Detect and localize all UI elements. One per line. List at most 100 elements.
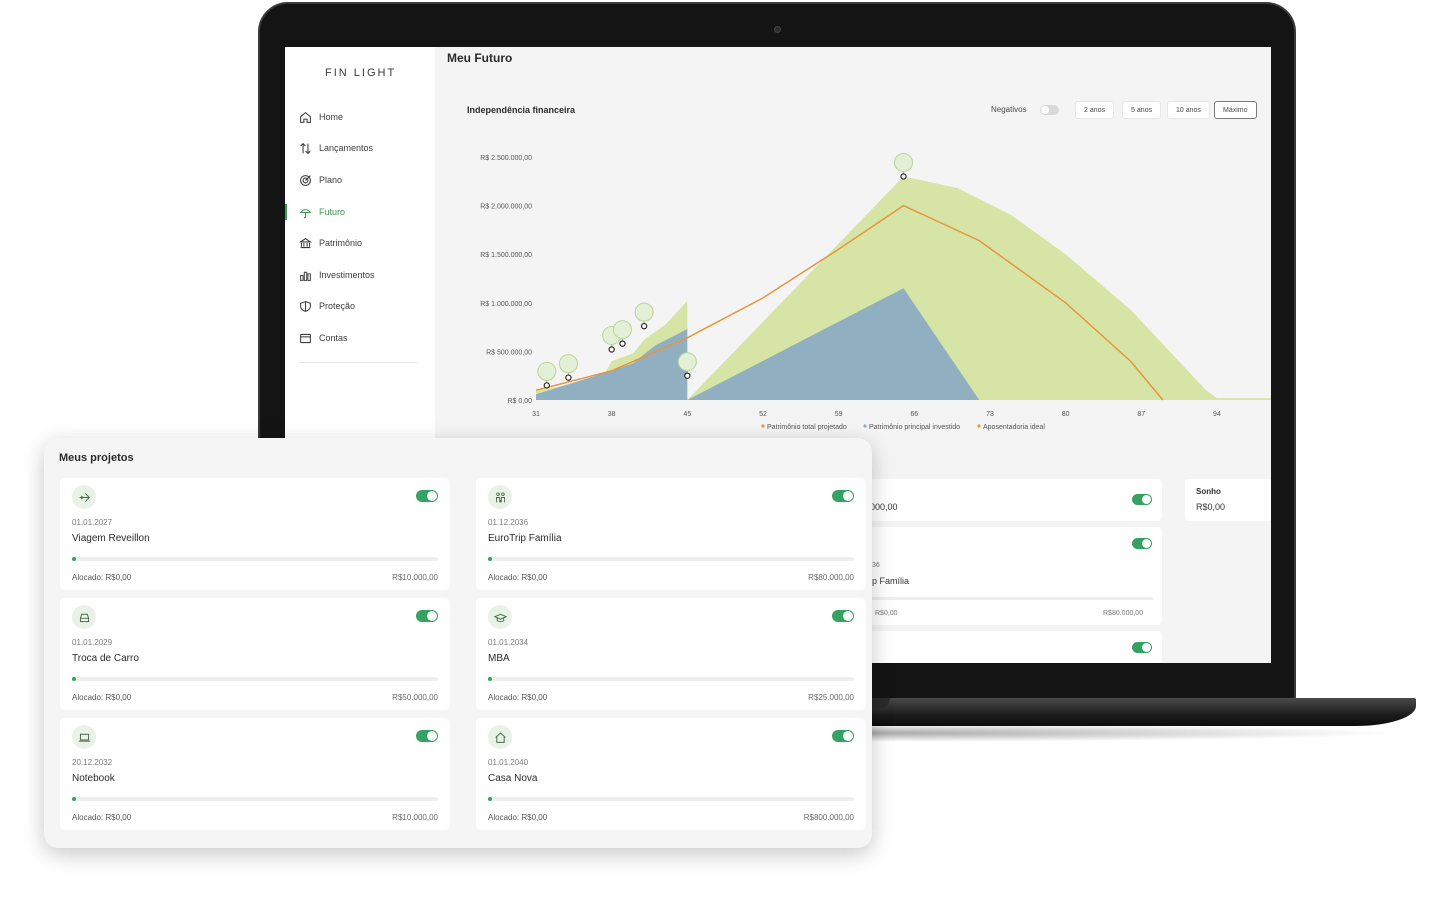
wallet-icon	[300, 333, 311, 343]
project-allocated: Alocado: R$0,00	[488, 693, 548, 702]
project-card[interactable]: 01.01.2034 MBA Alocado: R$0,00 R$25.000,…	[476, 598, 866, 710]
project-card[interactable]: 01.01.2040 Casa Nova Alocado: R$0,00 R$8…	[476, 718, 866, 830]
background-card-toggle[interactable]	[1132, 538, 1152, 549]
x-tick-label: 59	[835, 411, 843, 418]
project-target: R$10.000,00	[392, 573, 438, 582]
background-card-alloc: R$0,00	[875, 610, 898, 617]
sidebar-item-home[interactable]: Home	[299, 107, 343, 127]
x-tick-label: 38	[608, 411, 616, 418]
car-icon	[72, 605, 96, 629]
negatives-label: Negativos	[991, 105, 1027, 114]
house-icon	[488, 725, 512, 749]
negatives-toggle[interactable]	[1040, 105, 1059, 115]
legend-dot	[977, 424, 981, 428]
sidebar-item-patrimonio[interactable]: Patrimônio	[299, 233, 362, 253]
active-indicator	[285, 204, 287, 220]
camera-icon	[774, 26, 781, 33]
marker-point	[900, 173, 907, 180]
project-name: Viagem Reveillon	[72, 533, 150, 544]
background-project-card: 36 p Família R$0,00 R$80.000,00	[845, 527, 1162, 625]
bank-icon	[299, 237, 312, 248]
background-card-progress	[865, 597, 1153, 600]
graduation-cap-icon	[612, 320, 632, 340]
x-tick-label: 66	[910, 411, 918, 418]
project-allocated: Alocado: R$0,00	[72, 573, 132, 582]
project-name: Casa Nova	[488, 773, 538, 784]
sidebar-divider	[299, 362, 417, 363]
project-date: 20.12.2032	[72, 758, 113, 767]
sidebar-item-label: Futuro	[319, 207, 346, 217]
project-toggle[interactable]	[832, 730, 854, 742]
project-date: 01.01.2029	[72, 638, 113, 647]
project-toggle[interactable]	[416, 730, 438, 742]
project-progress-fill	[72, 797, 76, 801]
sidebar-item-contas[interactable]: Contas	[299, 328, 348, 348]
x-tick-label: 87	[1137, 411, 1145, 418]
project-toggle[interactable]	[416, 610, 438, 622]
sidebar-item-label: Home	[319, 112, 344, 122]
project-progress-fill	[72, 557, 76, 561]
sidebar-item-lancamentos[interactable]: Lançamentos	[299, 138, 373, 158]
project-name: EuroTrip Família	[488, 533, 562, 544]
range-maximo-button[interactable]: Máximo	[1214, 101, 1257, 119]
y-tick-label: R$ 2.500.000,00	[480, 155, 532, 162]
sidebar-item-protecao[interactable]: Proteção	[299, 296, 355, 316]
marker-point	[619, 340, 626, 347]
legend-dot	[863, 424, 867, 428]
x-tick-label: 94	[1213, 411, 1221, 418]
laptop-icon	[72, 725, 96, 749]
target-icon	[300, 174, 311, 186]
shield-icon	[300, 300, 311, 312]
project-date: 01.01.2027	[72, 518, 113, 527]
project-target: R$25.000,00	[808, 693, 854, 702]
range-2-anos-button[interactable]: 2 anos	[1075, 101, 1115, 119]
y-tick-label: R$ 2.000.000,00	[480, 204, 532, 211]
background-card-target: R$80.000,00	[1103, 610, 1144, 617]
project-card[interactable]: 01.12.2036 EuroTrip Família Alocado: R$0…	[476, 478, 866, 590]
y-tick-label: R$ 1.000.000,00	[480, 301, 532, 308]
marker-point	[684, 372, 691, 379]
y-tick-label: R$ 500.000,00	[486, 349, 532, 356]
range-10-anos-button[interactable]: 10 anos	[1167, 101, 1210, 119]
project-progress	[72, 557, 438, 561]
project-toggle[interactable]	[416, 490, 438, 502]
x-tick-label: 80	[1062, 411, 1070, 418]
umbrella-icon	[299, 208, 312, 218]
project-card[interactable]: 20.12.2032 Notebook Alocado: R$0,00 R$10…	[60, 718, 450, 830]
background-card-toggle[interactable]	[1132, 642, 1152, 653]
range-5-anos-button[interactable]: 5 anos	[1122, 101, 1162, 119]
projects-panel-title: Meus projetos	[59, 452, 134, 464]
y-tick-label: R$ 0,00	[507, 398, 532, 405]
sidebar-item-plano[interactable]: Plano	[299, 170, 342, 190]
sonho-card: Sonho R$0,00	[1185, 479, 1271, 521]
project-allocated: Alocado: R$0,00	[72, 693, 132, 702]
sidebar-item-label: Proteção	[319, 301, 356, 311]
project-progress	[488, 677, 854, 681]
project-target: R$10.000,00	[392, 813, 438, 822]
x-tick-label: 45	[683, 411, 691, 418]
sidebar-item-investimentos[interactable]: Investimentos	[299, 265, 375, 285]
project-card[interactable]: 01.01.2029 Troca de Carro Alocado: R$0,0…	[60, 598, 450, 710]
project-card[interactable]: 01.01.2027 Viagem Reveillon Alocado: R$0…	[60, 478, 450, 590]
x-tick-label: 31	[532, 411, 540, 418]
project-toggle[interactable]	[832, 610, 854, 622]
independence-chart: R$ 0,00 R$ 500.000,00 R$ 1.000.000,00 R$ 1.…	[480, 152, 1271, 431]
project-allocated: Alocado: R$0,00	[72, 813, 132, 822]
sidebar-item-label: Lançamentos	[319, 143, 374, 153]
y-tick-label: R$ 1.500.000,00	[480, 252, 532, 259]
sidebar-item-futuro[interactable]: Futuro	[299, 202, 345, 222]
sidebar-item-label: Contas	[319, 333, 348, 343]
background-card-value: 000,00	[870, 502, 898, 512]
sonho-value: R$0,00	[1196, 502, 1226, 512]
project-name: Notebook	[72, 773, 115, 784]
project-allocated: Alocado: R$0,00	[488, 573, 548, 582]
umbrella-icon	[894, 152, 913, 172]
project-date: 01.01.2034	[488, 638, 529, 647]
project-allocated: Alocado: R$0,00	[488, 813, 548, 822]
bar-chart-icon	[300, 271, 311, 281]
legend-item: Patrimônio total projetado	[767, 424, 847, 431]
project-name: MBA	[488, 653, 510, 664]
project-toggle[interactable]	[832, 490, 854, 502]
project-progress-fill	[72, 677, 76, 681]
background-card-toggle[interactable]	[1132, 494, 1152, 505]
